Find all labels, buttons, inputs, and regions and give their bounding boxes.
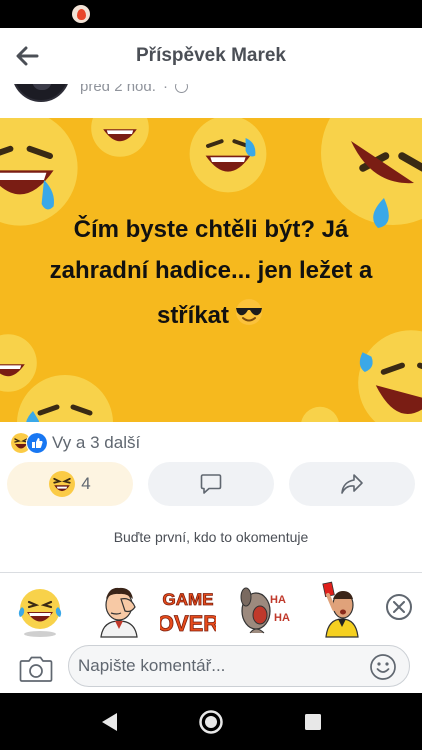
nav-recent-square-icon[interactable]: [300, 709, 326, 735]
laughing-emoji-decoration: [358, 330, 422, 422]
referee-red-card-sticker[interactable]: [314, 581, 370, 639]
camera-icon[interactable]: [19, 655, 53, 683]
close-icon: [393, 601, 405, 613]
comment-button[interactable]: [148, 462, 274, 506]
dog-laugh-text: HA: [274, 612, 290, 624]
post-text-line: Čím byste chtěli být? Já: [73, 216, 349, 243]
reaction-summary-text: Vy a 3 další: [52, 433, 141, 452]
dog-laugh-text: HA: [270, 594, 286, 606]
nav-home-circle-icon[interactable]: [198, 709, 224, 735]
share-arrow-icon: [341, 474, 363, 494]
laughing-dog-sticker[interactable]: HA HA: [236, 581, 292, 639]
post-timestamp[interactable]: před 2 hod.: [80, 84, 156, 95]
system-nav-bar: [0, 693, 422, 750]
laughing-emoji-sticker[interactable]: [12, 581, 68, 639]
status-bar: [0, 0, 422, 28]
share-button[interactable]: [289, 462, 415, 506]
app-notification-icon: [72, 5, 90, 23]
close-sticker-tray-button[interactable]: [386, 594, 412, 620]
post-text-line: stříkat: [0, 298, 422, 330]
comment-input[interactable]: [68, 645, 410, 687]
speech-bubble-icon: [200, 474, 222, 494]
meta-separator: ·: [163, 84, 168, 95]
haha-count: 4: [81, 474, 91, 493]
haha-react-button[interactable]: 4: [7, 462, 133, 506]
post-author-strip: před 2 hod. ·: [0, 84, 422, 118]
game-over-line: OVER: [160, 611, 216, 636]
haha-reaction-icon: [49, 471, 76, 497]
globe-icon: [175, 84, 188, 93]
empty-comments-message: Buďte první, kdo to okomentuje: [113, 529, 309, 545]
reaction-summary[interactable]: Vy a 3 další: [10, 432, 140, 454]
like-reaction-icon: [26, 432, 48, 454]
laughing-emoji-decoration: [91, 118, 149, 157]
sunglasses-emoji-icon: [236, 299, 263, 325]
game-over-line: GAME: [163, 590, 214, 609]
laughing-emoji-decoration: [321, 118, 422, 228]
nav-back-triangle-icon[interactable]: [97, 709, 123, 735]
laughing-emoji-decoration: [301, 406, 339, 422]
post-text-fragment: stříkat: [156, 302, 230, 329]
laughing-emoji-decoration: [0, 118, 78, 226]
top-header: Příspěvek Marek: [0, 28, 422, 85]
laughing-emoji-decoration: [17, 375, 113, 422]
smiley-icon[interactable]: [369, 653, 397, 681]
laughing-emoji-decoration: [189, 118, 267, 193]
post-image[interactable]: Čím byste chtěli být? Já zahradní hadice…: [0, 118, 422, 422]
post-text-line: zahradní hadice... jen ležet a: [49, 257, 373, 284]
author-avatar[interactable]: [12, 84, 70, 102]
game-over-sticker[interactable]: GAME OVER: [160, 581, 216, 639]
facepalm-man-sticker[interactable]: [91, 581, 147, 639]
page-title: Příspěvek Marek: [136, 45, 286, 66]
sticker-tray: GAME OVER HA HA: [0, 572, 422, 645]
comment-composer: [0, 645, 422, 693]
